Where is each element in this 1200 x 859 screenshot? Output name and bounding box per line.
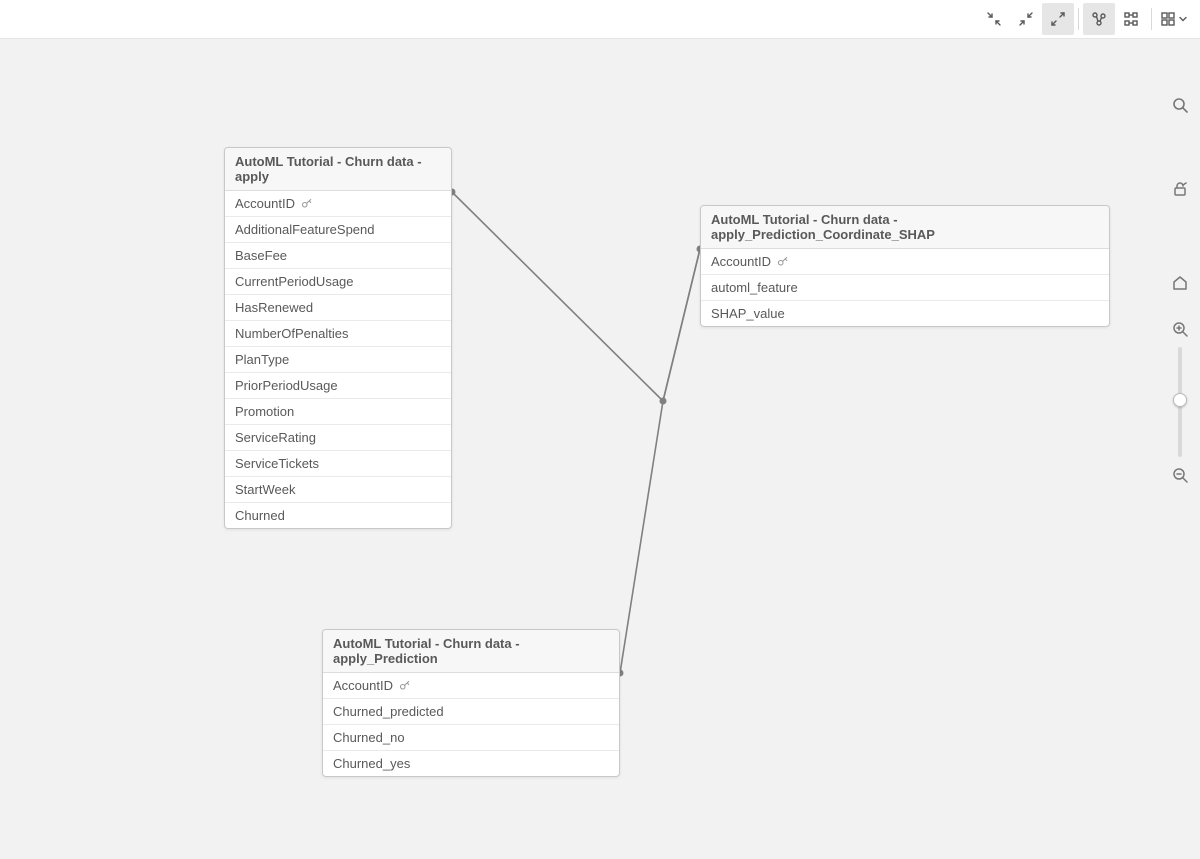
table-field-label: ServiceRating bbox=[235, 430, 316, 445]
toolbar-separator bbox=[1078, 8, 1079, 30]
table-node-header[interactable]: AutoML Tutorial - Churn data - apply bbox=[225, 148, 451, 191]
table-field[interactable]: ServiceRating bbox=[225, 425, 451, 451]
table-field-label: PriorPeriodUsage bbox=[235, 378, 338, 393]
table-field-label: AccountID bbox=[235, 196, 295, 211]
table-field[interactable]: Churned bbox=[225, 503, 451, 528]
canvas-area[interactable]: AutoML Tutorial - Churn data - apply Acco… bbox=[0, 38, 1200, 859]
table-field-label: AccountID bbox=[711, 254, 771, 269]
zoom-slider[interactable] bbox=[1178, 347, 1182, 457]
table-field[interactable]: BaseFee bbox=[225, 243, 451, 269]
table-field[interactable]: Churned_no bbox=[323, 725, 619, 751]
key-icon bbox=[301, 198, 313, 210]
layout-menu-button[interactable] bbox=[1156, 3, 1192, 35]
home-button[interactable] bbox=[1166, 269, 1194, 297]
table-field[interactable]: CurrentPeriodUsage bbox=[225, 269, 451, 295]
expand-button[interactable] bbox=[1042, 3, 1074, 35]
table-field-label: AdditionalFeatureSpend bbox=[235, 222, 375, 237]
list-view-button[interactable] bbox=[1115, 3, 1147, 35]
table-field-label: SHAP_value bbox=[711, 306, 785, 321]
search-button[interactable] bbox=[1166, 91, 1194, 119]
table-field-label: Churned_no bbox=[333, 730, 405, 745]
table-node-header[interactable]: AutoML Tutorial - Churn data - apply_Pre… bbox=[701, 206, 1109, 249]
table-field[interactable]: StartWeek bbox=[225, 477, 451, 503]
zoom-in-button[interactable] bbox=[1166, 315, 1194, 343]
graph-view-button[interactable] bbox=[1083, 3, 1115, 35]
right-rail bbox=[1166, 91, 1194, 489]
table-field[interactable]: Churned_predicted bbox=[323, 699, 619, 725]
table-field-label: Churned bbox=[235, 508, 285, 523]
table-field[interactable]: AccountID bbox=[701, 249, 1109, 275]
table-field[interactable]: HasRenewed bbox=[225, 295, 451, 321]
table-node[interactable]: AutoML Tutorial - Churn data - apply_Pre… bbox=[322, 629, 620, 777]
table-field-label: HasRenewed bbox=[235, 300, 313, 315]
table-field-label: NumberOfPenalties bbox=[235, 326, 348, 341]
table-field[interactable]: SHAP_value bbox=[701, 301, 1109, 326]
unlock-button[interactable] bbox=[1166, 175, 1194, 203]
table-field[interactable]: NumberOfPenalties bbox=[225, 321, 451, 347]
key-icon bbox=[399, 680, 411, 692]
table-field[interactable]: Promotion bbox=[225, 399, 451, 425]
top-toolbar bbox=[978, 0, 1200, 38]
collapse-all-button[interactable] bbox=[1010, 3, 1042, 35]
table-field[interactable]: Churned_yes bbox=[323, 751, 619, 776]
table-field-label: Promotion bbox=[235, 404, 294, 419]
key-icon bbox=[777, 256, 789, 268]
zoom-out-button[interactable] bbox=[1166, 461, 1194, 489]
table-field[interactable]: AccountID bbox=[323, 673, 619, 699]
table-field-label: BaseFee bbox=[235, 248, 287, 263]
table-field-label: Churned_predicted bbox=[333, 704, 444, 719]
table-field[interactable]: AccountID bbox=[225, 191, 451, 217]
zoom-slider-thumb[interactable] bbox=[1173, 393, 1187, 407]
table-node[interactable]: AutoML Tutorial - Churn data - apply_Pre… bbox=[700, 205, 1110, 327]
table-field[interactable]: PlanType bbox=[225, 347, 451, 373]
table-field-label: ServiceTickets bbox=[235, 456, 319, 471]
table-field[interactable]: PriorPeriodUsage bbox=[225, 373, 451, 399]
table-node-header[interactable]: AutoML Tutorial - Churn data - apply_Pre… bbox=[323, 630, 619, 673]
table-node[interactable]: AutoML Tutorial - Churn data - apply Acco… bbox=[224, 147, 452, 529]
toolbar-separator bbox=[1151, 8, 1152, 30]
table-field-label: automl_feature bbox=[711, 280, 798, 295]
table-field-label: AccountID bbox=[333, 678, 393, 693]
table-field[interactable]: AdditionalFeatureSpend bbox=[225, 217, 451, 243]
table-field-label: CurrentPeriodUsage bbox=[235, 274, 354, 289]
table-field-label: Churned_yes bbox=[333, 756, 410, 771]
table-field[interactable]: automl_feature bbox=[701, 275, 1109, 301]
collapse-button[interactable] bbox=[978, 3, 1010, 35]
table-field-label: PlanType bbox=[235, 352, 289, 367]
table-field-label: StartWeek bbox=[235, 482, 295, 497]
table-field[interactable]: ServiceTickets bbox=[225, 451, 451, 477]
